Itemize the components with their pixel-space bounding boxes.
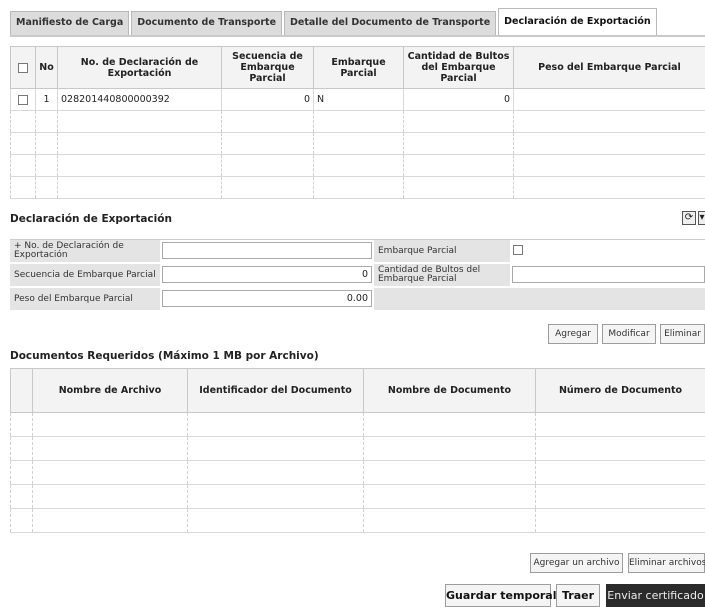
add-file-button[interactable]: Agregar un archivo (530, 553, 623, 573)
export-declaration-table: No No. de Declaración de Exportación Sec… (10, 46, 705, 199)
partial-shipment-label: Embarque Parcial (374, 240, 510, 262)
delete-files-button[interactable]: Eliminar archivos (628, 553, 705, 573)
tab-declaracion-de-exportacion[interactable]: Declaración de Exportación (498, 8, 657, 35)
table-row-empty (10, 176, 705, 199)
partial-shipment-checkbox[interactable] (513, 245, 523, 255)
select-all-checkbox[interactable] (18, 62, 28, 73)
header-packages: Cantidad de Bultos del Embarque Parcial (403, 46, 514, 89)
header-doc-name: Nombre de Documento (363, 368, 536, 413)
table-row[interactable]: 1 028201440800000392 0 N 0 (10, 88, 705, 111)
cell-partial-shipment: N (313, 88, 404, 111)
header-sequence: Secuencia de Embarque Parcial (221, 46, 314, 89)
declaration-form-title: Declaración de Exportación (10, 213, 172, 225)
weight-input[interactable]: 0.00 (162, 290, 372, 307)
table-row-empty (10, 484, 705, 509)
tab-documento-de-transporte[interactable]: Documento de Transporte (131, 11, 283, 35)
header-doc-number: Número de Documento (535, 368, 705, 413)
tab-bar: Manifiesto de Carga Documento de Transpo… (10, 8, 705, 37)
documents-title: Documentos Requeridos (Máximo 1 MB por A… (10, 350, 319, 362)
chevron-down-icon[interactable]: ▾ (698, 211, 705, 225)
header-declaration-no: No. de Declaración de Exportación (57, 46, 222, 89)
refresh-icon[interactable]: ⟳ (682, 211, 696, 225)
tab-manifiesto-de-carga[interactable]: Manifiesto de Carga (10, 11, 130, 35)
table-row-empty (10, 508, 705, 533)
tab-detalle-documento-transporte[interactable]: Detalle del Documento de Transporte (284, 11, 497, 35)
table-row-empty (10, 412, 705, 437)
cell-packages: 0 (403, 88, 514, 111)
weight-label: Peso del Embarque Parcial (10, 288, 160, 310)
form-filler (374, 288, 705, 310)
header-no: No (35, 46, 58, 89)
fetch-button[interactable]: Traer (556, 584, 600, 607)
table-row-empty (10, 132, 705, 155)
declaration-form: + No. de Declaración de Exportación Emba… (10, 239, 705, 316)
header-doc-id: Identificador del Documento (187, 368, 364, 413)
cell-sequence: 0 (221, 88, 314, 111)
sequence-input[interactable]: 0 (162, 266, 372, 283)
header-spacer (10, 368, 33, 413)
packages-input[interactable] (512, 266, 705, 283)
table-row-empty (10, 436, 705, 461)
add-button[interactable]: Agregar (548, 324, 598, 344)
packages-label: Cantidad de Bultos del Embarque Parcial (374, 264, 510, 286)
header-file-name: Nombre de Archivo (32, 368, 188, 413)
header-partial-shipment: Embarque Parcial (313, 46, 404, 89)
send-certificate-button[interactable]: Enviar certificado (606, 584, 705, 607)
table-row-empty (10, 460, 705, 485)
select-all-checkbox-cell (10, 46, 36, 89)
delete-button[interactable]: Eliminar (660, 324, 705, 344)
declaration-no-label: + No. de Declaración de Exportación (10, 240, 160, 262)
modify-button[interactable]: Modificar (602, 324, 656, 344)
cell-no: 1 (35, 88, 58, 111)
header-weight: Peso del Embarque Parcial (513, 46, 705, 89)
declaration-no-input[interactable] (162, 242, 372, 259)
documents-table: Nombre de Archivo Identificador del Docu… (10, 368, 705, 533)
row-checkbox-cell (10, 88, 36, 111)
cell-declaration-no: 028201440800000392 (57, 88, 222, 111)
table-row-empty (10, 110, 705, 133)
row-checkbox[interactable] (18, 94, 28, 105)
cell-weight (513, 88, 705, 111)
table-row-empty (10, 154, 705, 177)
sequence-label: Secuencia de Embarque Parcial (10, 264, 160, 286)
save-temp-button[interactable]: Guardar temporal (445, 584, 557, 607)
